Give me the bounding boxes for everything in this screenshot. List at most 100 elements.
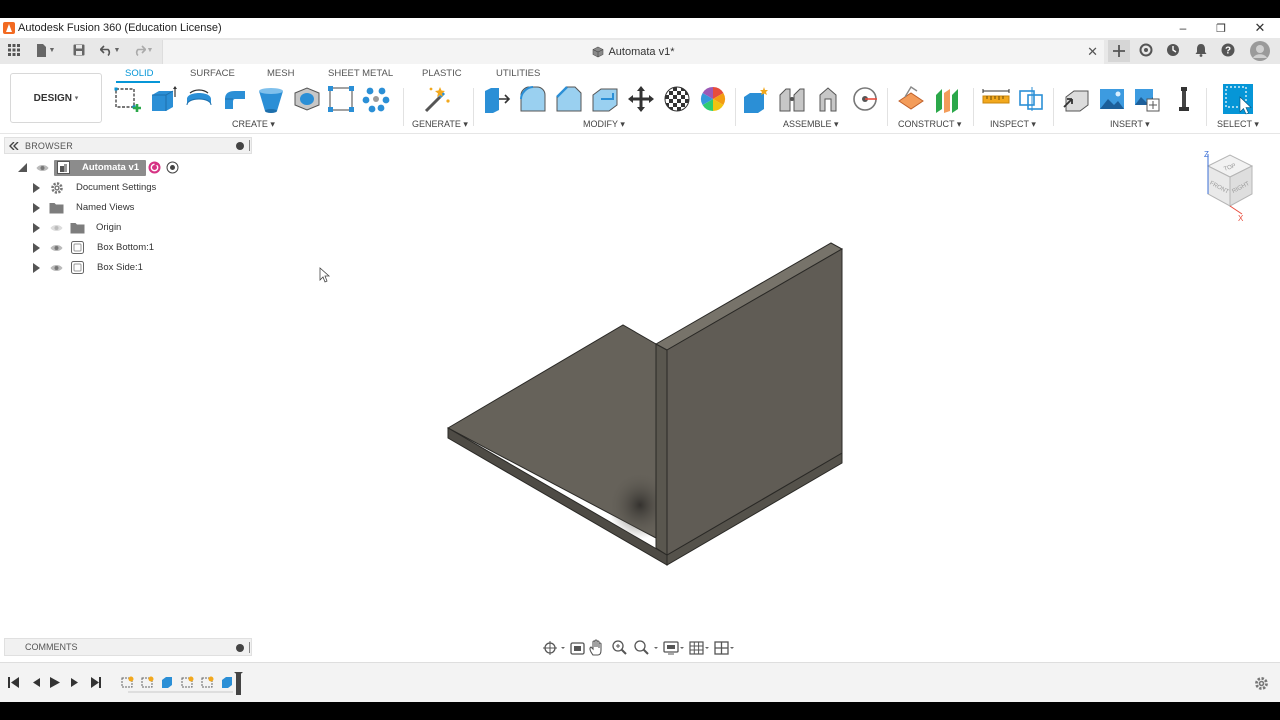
go-to-start-icon[interactable]: [8, 677, 19, 688]
as-built-joint-icon[interactable]: [814, 85, 842, 113]
fit-zoom-icon[interactable]: [634, 640, 658, 655]
navigation-bar: [543, 639, 734, 656]
timeline-feature-sketch-icon[interactable]: [181, 676, 194, 688]
circular-pattern-icon[interactable]: [362, 85, 390, 113]
close-window-button[interactable]: ✕: [1245, 18, 1275, 38]
group-separator: [973, 88, 974, 126]
job-status-icon[interactable]: [1164, 41, 1182, 59]
svg-text:?: ?: [1225, 46, 1231, 57]
timeline-marker-icon[interactable]: [234, 672, 243, 695]
step-back-icon[interactable]: [33, 678, 40, 687]
group-assemble-label[interactable]: ASSEMBLE ▾: [783, 119, 839, 130]
data-panel-icon[interactable]: [5, 41, 23, 59]
timeline-feature-extrude-icon[interactable]: [222, 677, 232, 688]
group-modify-label[interactable]: MODIFY ▾: [583, 119, 625, 130]
workspace-switcher[interactable]: DESIGN ▾: [10, 73, 102, 123]
title-bar: Autodesk Fusion 360 (Education License): [0, 18, 1280, 38]
fillet-icon[interactable]: [519, 85, 547, 113]
group-separator: [887, 88, 888, 126]
group-generate-label[interactable]: GENERATE ▾: [412, 119, 468, 130]
appearance-icon[interactable]: [663, 85, 691, 113]
tab-utilities[interactable]: UTILITIES: [496, 68, 540, 79]
tab-mesh[interactable]: MESH: [267, 68, 294, 79]
group-select-label[interactable]: SELECT ▾: [1217, 119, 1259, 130]
shell-icon[interactable]: [293, 85, 321, 113]
new-tab-icon[interactable]: [1108, 40, 1130, 62]
grid-settings-icon[interactable]: [689, 641, 709, 655]
timeline-feature-sketch-icon[interactable]: [121, 676, 134, 688]
timeline-feature-sketch-icon[interactable]: [141, 676, 154, 688]
motion-link-icon[interactable]: [851, 85, 879, 113]
sweep-icon[interactable]: [221, 85, 249, 113]
group-separator: [403, 88, 404, 126]
revolve-icon[interactable]: [185, 85, 213, 113]
look-at-icon[interactable]: [570, 642, 585, 655]
tab-plastic[interactable]: PLASTIC: [422, 68, 462, 79]
viewcube[interactable]: TOP FRONT RIGHT Z X: [1198, 148, 1262, 224]
play-icon[interactable]: [50, 677, 60, 688]
tab-solid[interactable]: SOLID: [125, 68, 154, 79]
chamfer-icon[interactable]: [555, 85, 583, 113]
go-to-end-icon[interactable]: [91, 677, 101, 688]
file-menu-caret-icon[interactable]: ▼: [48, 41, 56, 59]
window-title: Autodesk Fusion 360 (Education License): [18, 22, 222, 34]
display-settings-icon[interactable]: [663, 641, 684, 655]
3d-viewport[interactable]: [0, 135, 1280, 635]
create-sketch-icon[interactable]: [113, 85, 141, 113]
viewports-icon[interactable]: [714, 641, 734, 655]
zoom-icon[interactable]: [612, 640, 627, 655]
step-forward-icon[interactable]: [71, 678, 78, 687]
group-create-label[interactable]: CREATE ▾: [232, 119, 275, 130]
workspace-caret-icon: ▾: [74, 95, 79, 102]
viewcube-z-axis-label: Z: [1204, 150, 1209, 159]
comments-panel-title: COMMENTS: [25, 642, 78, 652]
extensions-icon[interactable]: [1137, 41, 1155, 59]
insert-mcmaster-icon[interactable]: [1170, 85, 1198, 113]
notifications-icon[interactable]: [1192, 41, 1210, 59]
tab-sheet-metal[interactable]: SHEET METAL: [328, 68, 393, 79]
comments-panel-header[interactable]: COMMENTS: [4, 638, 252, 656]
generative-design-icon[interactable]: [422, 85, 450, 113]
timeline-feature-extrude-icon[interactable]: [162, 677, 172, 688]
user-avatar[interactable]: [1249, 40, 1271, 62]
document-tab[interactable]: Automata v1* ✕: [162, 40, 1104, 64]
timeline: [0, 662, 1280, 702]
group-construct-label[interactable]: CONSTRUCT ▾: [898, 119, 961, 130]
group-insert-label[interactable]: INSERT ▾: [1110, 119, 1150, 130]
shell-body-icon[interactable]: [591, 85, 619, 113]
timeline-controls: [8, 677, 101, 688]
help-icon[interactable]: ?: [1219, 41, 1237, 59]
close-tab-icon[interactable]: ✕: [1087, 44, 1098, 60]
loft-icon[interactable]: [257, 85, 285, 113]
redo-caret-icon[interactable]: ▼: [146, 41, 154, 59]
box-side-edge-face[interactable]: [655, 343, 668, 556]
timeline-features: [121, 672, 243, 695]
pan-hand-icon[interactable]: [589, 639, 602, 656]
physical-material-icon[interactable]: [699, 85, 727, 113]
tab-surface[interactable]: SURFACE: [190, 68, 235, 79]
canvas-image-icon[interactable]: [1098, 85, 1126, 113]
add-comment-icon[interactable]: [236, 644, 244, 652]
minimize-button[interactable]: –: [1168, 18, 1198, 38]
measure-icon[interactable]: [982, 85, 1010, 113]
orbit-icon[interactable]: [543, 641, 565, 655]
select-icon[interactable]: [1222, 83, 1254, 115]
decal-icon[interactable]: [1133, 85, 1161, 113]
new-component-icon[interactable]: [742, 85, 770, 113]
midplane-icon[interactable]: [933, 85, 961, 113]
timeline-settings-gear-icon[interactable]: [1254, 676, 1269, 691]
press-pull-icon[interactable]: [483, 85, 511, 113]
move-copy-icon[interactable]: [627, 85, 655, 113]
extrude-icon[interactable]: [149, 85, 177, 113]
timeline-feature-sketch-icon[interactable]: [201, 676, 214, 688]
joint-icon[interactable]: [778, 85, 806, 113]
offset-plane-icon[interactable]: [897, 85, 925, 113]
save-icon[interactable]: [70, 41, 88, 59]
panel-pin-icon[interactable]: [249, 642, 250, 653]
group-inspect-label[interactable]: INSPECT ▾: [990, 119, 1036, 130]
restore-button[interactable]: ❐: [1206, 18, 1236, 38]
interference-icon[interactable]: [1018, 85, 1046, 113]
rectangular-pattern-icon[interactable]: [327, 85, 355, 113]
insert-derive-icon[interactable]: [1062, 85, 1090, 113]
undo-caret-icon[interactable]: ▼: [113, 41, 121, 59]
